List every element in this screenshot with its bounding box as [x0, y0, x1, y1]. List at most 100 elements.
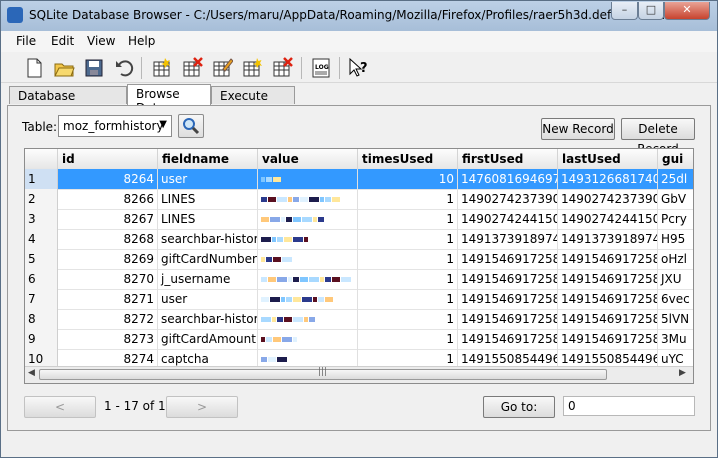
cell-id[interactable]: 8267: [58, 209, 158, 229]
cell-first[interactable]: 1491546917258000: [458, 249, 558, 269]
whats-this-icon[interactable]: ?: [347, 57, 369, 79]
cell-value[interactable]: [258, 189, 358, 209]
cell-first[interactable]: 1490274237390000: [458, 189, 558, 209]
cell-fieldname[interactable]: LINES: [158, 209, 258, 229]
cell-guid[interactable]: GbV: [658, 189, 693, 209]
column-header-timesused[interactable]: timesUsed: [358, 149, 458, 169]
tab-execute-sql[interactable]: Execute SQL: [211, 86, 295, 117]
cell-guid[interactable]: oHzl: [658, 249, 693, 269]
search-button[interactable]: [178, 114, 204, 138]
cell-fieldname[interactable]: searchbar-history: [158, 229, 258, 249]
save-icon[interactable]: [83, 57, 105, 79]
title-bar[interactable]: SQLite Database Browser - C:/Users/maru/…: [1, 1, 717, 31]
cell-first[interactable]: 1491373918974000: [458, 229, 558, 249]
cell-guid[interactable]: H95: [658, 229, 693, 249]
row-header[interactable]: 3: [25, 209, 58, 229]
cell-value[interactable]: [258, 309, 358, 329]
cell-id[interactable]: 8266: [58, 189, 158, 209]
cell-fieldname[interactable]: user: [158, 289, 258, 309]
undo-icon[interactable]: [113, 57, 135, 79]
cell-last[interactable]: 1493126681740000: [558, 169, 658, 189]
cell-last[interactable]: 1491546917258000: [558, 289, 658, 309]
cell-times[interactable]: 10: [358, 169, 458, 189]
table-row[interactable]: 88272searchbar-history114915469172580001…: [25, 309, 693, 330]
corner-header[interactable]: [25, 149, 58, 169]
cell-last[interactable]: 1491546917258000: [558, 269, 658, 289]
cell-fieldname[interactable]: j_username: [158, 269, 258, 289]
cell-times[interactable]: 1: [358, 329, 458, 349]
cell-id[interactable]: 8268: [58, 229, 158, 249]
column-header-firstused[interactable]: firstUsed: [458, 149, 558, 169]
cell-id[interactable]: 8270: [58, 269, 158, 289]
menu-file[interactable]: File: [16, 34, 36, 48]
row-header[interactable]: 5: [25, 249, 58, 269]
cell-guid[interactable]: JXU: [658, 269, 693, 289]
cell-last[interactable]: 1490274244150000: [558, 209, 658, 229]
cell-fieldname[interactable]: giftCardNumber: [158, 249, 258, 269]
create-index-icon[interactable]: [241, 57, 263, 79]
cell-times[interactable]: 1: [358, 209, 458, 229]
table-select[interactable]: moz_formhistory ▼: [58, 115, 172, 137]
cell-first[interactable]: 1491546917258000: [458, 329, 558, 349]
delete-record-button[interactable]: Delete Record: [621, 118, 695, 156]
cell-value[interactable]: [258, 329, 358, 349]
cell-first[interactable]: 1476081694697000: [458, 169, 558, 189]
cell-first[interactable]: 1490274244150000: [458, 209, 558, 229]
scroll-right-icon[interactable]: ▶: [679, 368, 686, 378]
delete-table-icon[interactable]: [181, 57, 203, 79]
minimize-button[interactable]: –: [611, 2, 638, 20]
row-header[interactable]: 6: [25, 269, 58, 289]
data-grid[interactable]: id fieldname value timesUsed firstUsed l…: [24, 148, 694, 384]
cell-fieldname[interactable]: user: [158, 169, 258, 189]
cell-guid[interactable]: 25dl: [658, 169, 693, 189]
cell-first[interactable]: 1491546917258000: [458, 309, 558, 329]
cell-guid[interactable]: Pcry: [658, 209, 693, 229]
cell-last[interactable]: 1491546917258000: [558, 329, 658, 349]
cell-first[interactable]: 1491546917258000: [458, 269, 558, 289]
modify-table-icon[interactable]: [211, 57, 233, 79]
menu-view[interactable]: View: [87, 34, 115, 48]
table-row[interactable]: 58269giftCardNumber114915469172580001491…: [25, 249, 693, 270]
menu-help[interactable]: Help: [128, 34, 155, 48]
column-header-fieldname[interactable]: fieldname: [158, 149, 258, 169]
cell-id[interactable]: 8264: [58, 169, 158, 189]
prev-page-button[interactable]: <: [24, 396, 96, 418]
cell-fieldname[interactable]: LINES: [158, 189, 258, 209]
table-row[interactable]: 78271user1149154691725800014915469172580…: [25, 289, 693, 310]
column-header-lastused[interactable]: lastUsed: [558, 149, 658, 169]
row-header[interactable]: 9: [25, 329, 58, 349]
horizontal-scrollbar[interactable]: ◀ ||| ▶: [25, 366, 693, 383]
cell-id[interactable]: 8273: [58, 329, 158, 349]
cell-last[interactable]: 1491546917258000: [558, 249, 658, 269]
table-row[interactable]: 28266LINES114902742373900001490274237390…: [25, 189, 693, 210]
goto-button[interactable]: Go to:: [483, 396, 555, 418]
cell-times[interactable]: 1: [358, 289, 458, 309]
table-row[interactable]: 38267LINES114902742441500001490274244150…: [25, 209, 693, 230]
table-row[interactable]: 18264user 1014760816946970001493126681740…: [25, 169, 693, 190]
cell-value[interactable]: [258, 289, 358, 309]
cell-times[interactable]: 1: [358, 229, 458, 249]
cell-fieldname[interactable]: giftCardAmount: [158, 329, 258, 349]
table-row[interactable]: 48268searchbar-history114913739189740001…: [25, 229, 693, 250]
cell-value[interactable]: [258, 269, 358, 289]
row-header[interactable]: 7: [25, 289, 58, 309]
table-row[interactable]: 68270j_username1149154691725800014915469…: [25, 269, 693, 290]
cell-id[interactable]: 8272: [58, 309, 158, 329]
log-icon[interactable]: LOG: [310, 57, 332, 79]
menu-edit[interactable]: Edit: [51, 34, 74, 48]
cell-id[interactable]: 8271: [58, 289, 158, 309]
row-header[interactable]: 1: [25, 169, 58, 189]
cell-value[interactable]: [258, 229, 358, 249]
new-record-button[interactable]: New Record: [541, 118, 615, 140]
tab-database-structure[interactable]: Database Structure: [9, 86, 127, 117]
maximize-button[interactable]: □: [638, 2, 664, 20]
column-header-value[interactable]: value: [258, 149, 358, 169]
cell-times[interactable]: 1: [358, 309, 458, 329]
scroll-left-icon[interactable]: ◀: [28, 368, 35, 378]
cell-fieldname[interactable]: searchbar-history: [158, 309, 258, 329]
cell-first[interactable]: 1491546917258000: [458, 289, 558, 309]
table-row[interactable]: 98273giftCardAmount114915469172580001491…: [25, 329, 693, 350]
cell-guid[interactable]: 3Mu: [658, 329, 693, 349]
cell-value[interactable]: [258, 169, 358, 189]
cell-id[interactable]: 8269: [58, 249, 158, 269]
